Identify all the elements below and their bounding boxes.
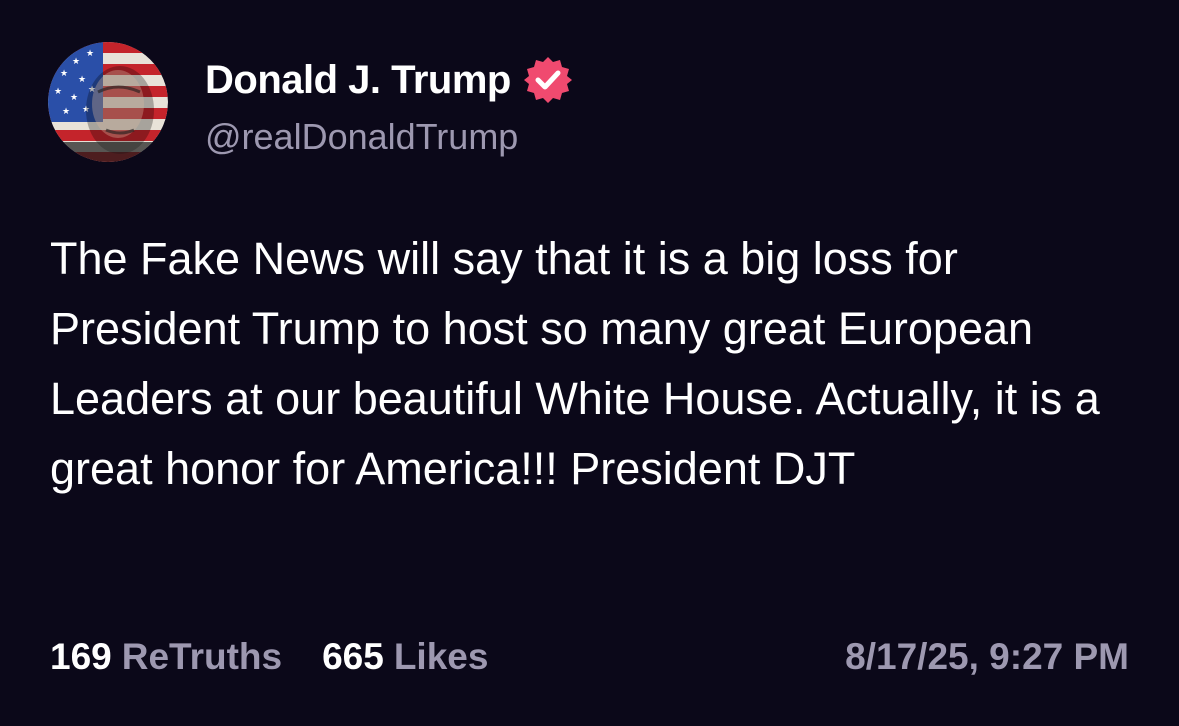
retruths-count: 169 xyxy=(50,636,112,677)
likes-stat[interactable]: 665 Likes xyxy=(322,636,488,678)
svg-text:★: ★ xyxy=(70,93,78,103)
flag-portrait-avatar: ★★★ ★★★ ★★★ ★ xyxy=(48,42,168,162)
svg-text:★: ★ xyxy=(54,87,62,97)
likes-count: 665 xyxy=(322,636,384,677)
svg-text:★: ★ xyxy=(86,49,94,59)
post-card: ★ ★ ★ ★ ★ ★ ★ ★ ★ ★ Donald J. Trump @realDonal… xyxy=(0,0,1179,726)
author-handle[interactable]: @realDonaldTrump xyxy=(205,116,518,158)
svg-text:★: ★ xyxy=(72,57,80,67)
retruths-label: ReTruths xyxy=(121,636,283,677)
author-display-name[interactable]: Donald J. Trump xyxy=(205,58,511,103)
svg-text:★: ★ xyxy=(60,69,68,79)
post-stats: 169 ReTruths 665 Likes xyxy=(50,636,488,678)
post-text: The Fake News will say that it is a big … xyxy=(50,233,1100,494)
author-name-row: Donald J. Trump xyxy=(205,54,573,106)
svg-text:★: ★ xyxy=(56,51,64,61)
retruths-stat[interactable]: 169 ReTruths xyxy=(50,636,282,678)
svg-text:★: ★ xyxy=(78,75,86,85)
verified-badge-icon xyxy=(523,55,573,105)
avatar[interactable]: ★ ★ ★ ★ ★ ★ ★ ★ ★ ★ xyxy=(48,42,168,162)
likes-label: Likes xyxy=(393,636,489,677)
post-timestamp[interactable]: 8/17/25, 9:27 PM xyxy=(845,636,1129,678)
svg-text:★: ★ xyxy=(62,107,70,117)
